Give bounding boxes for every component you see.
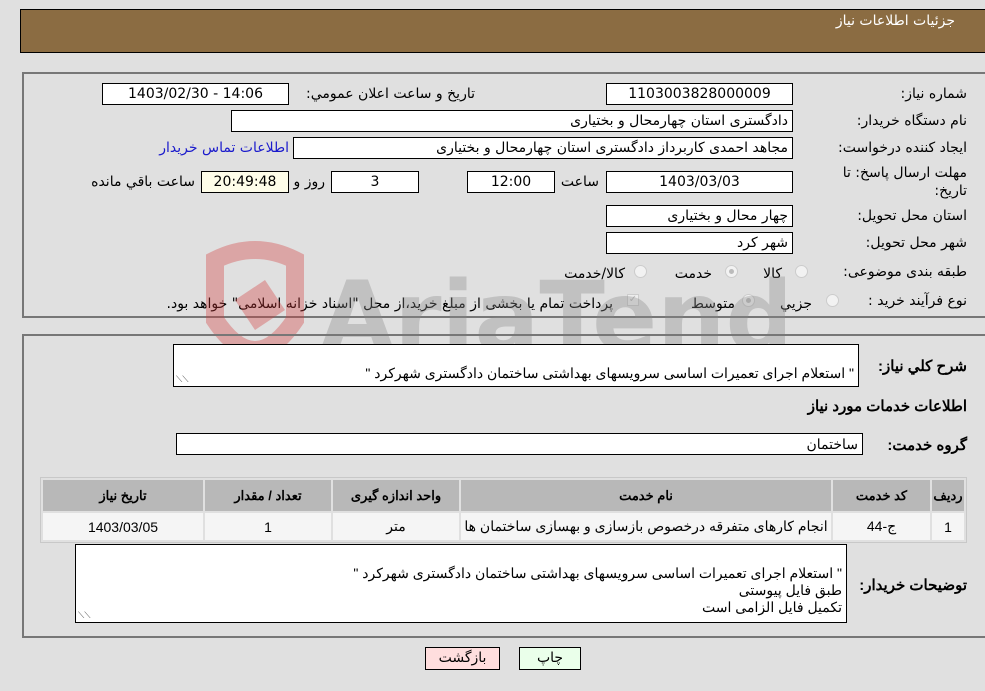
- announce-datetime-label: تاریخ و ساعت اعلان عمومي:: [306, 86, 475, 102]
- category-option-goods-service: کالا/خدمت: [564, 266, 625, 282]
- column-header-service-name: نام خدمت: [461, 480, 831, 511]
- buyer-notes-label: توضیحات خریدار:: [859, 577, 967, 594]
- delivery-province-field: چهار محال و بختیاری: [606, 205, 793, 227]
- purchase-type-radio-minor[interactable]: [826, 294, 839, 307]
- category-radio-service[interactable]: [725, 265, 738, 278]
- cell-unit: متر: [333, 513, 459, 540]
- requester-field: مجاهد احمدی کاربرداز دادگستری استان چهار…: [293, 137, 793, 159]
- delivery-city-field: شهر کرد: [606, 232, 793, 254]
- page-title: جزئیات اطلاعات نیاز: [835, 13, 955, 29]
- category-option-goods: کالا: [763, 266, 782, 282]
- description-text: " استعلام اجرای تعمیرات اساسی سرویسهای ب…: [365, 365, 854, 381]
- purchase-type-radio-medium[interactable]: [742, 294, 755, 307]
- buyer-notes-text: " استعلام اجرای تعمیرات اساسی سرویسهای ب…: [353, 565, 842, 615]
- buyer-contact-link[interactable]: اطلاعات تماس خریدار: [159, 140, 289, 156]
- requester-label: ایجاد کننده درخواست:: [838, 140, 967, 156]
- column-header-need-date: تاریخ نیاز: [43, 480, 203, 511]
- purchase-type-label: نوع فرآیند خرید :: [868, 293, 967, 309]
- deadline-label: مهلت ارسال پاسخ: تا تاریخ:: [842, 165, 967, 199]
- announce-datetime-field: 1403/02/30 - 14:06: [102, 83, 289, 105]
- services-section-title: اطلاعات خدمات مورد نیاز: [807, 398, 967, 415]
- column-header-unit: واحد اندازه گیری: [333, 480, 459, 511]
- deadline-time-label: ساعت: [560, 174, 599, 190]
- need-number-label: شماره نیاز:: [900, 86, 968, 102]
- buyer-org-label: نام دستگاه خریدار:: [856, 113, 967, 129]
- treasury-checkbox[interactable]: ✓: [627, 294, 639, 306]
- cell-service-name: انجام کارهای متفرقه درخصوص بازسازی و بهس…: [461, 513, 831, 540]
- cell-quantity: 1: [205, 513, 331, 540]
- remaining-time-field: 20:49:48: [201, 171, 289, 193]
- buyer-notes-textarea[interactable]: " استعلام اجرای تعمیرات اساسی سرویسهای ب…: [75, 544, 847, 623]
- treasury-note: پرداخت تمام یا بخشی از مبلغ خرید،از محل …: [166, 296, 613, 312]
- remaining-time-label: ساعت باقي مانده: [91, 174, 195, 190]
- purchase-type-option-minor: جزيي: [780, 296, 812, 312]
- buyer-org-field: دادگستری استان چهارمحال و بختیاری: [231, 110, 793, 132]
- description-textarea[interactable]: " استعلام اجرای تعمیرات اساسی سرویسهای ب…: [173, 344, 859, 387]
- category-radio-goods-service[interactable]: [634, 265, 647, 278]
- delivery-city-label: شهر محل تحویل:: [865, 235, 967, 251]
- cell-row-number: 1: [932, 513, 964, 540]
- category-option-service: خدمت: [674, 266, 712, 282]
- deadline-date-field: 1403/03/03: [606, 171, 793, 193]
- print-button[interactable]: چاپ: [519, 647, 581, 670]
- purchase-type-option-medium: متوسط: [691, 296, 735, 312]
- resize-grip-icon[interactable]: ⟋⟋: [176, 375, 189, 384]
- cell-service-code: ج-44: [833, 513, 930, 540]
- table-header-row: ردیف کد خدمت نام خدمت واحد اندازه گیری ت…: [43, 480, 964, 511]
- service-group-field: ساختمان: [176, 433, 863, 455]
- description-label: شرح کلي نیاز:: [878, 358, 967, 375]
- deadline-days-label: روز و: [293, 174, 326, 190]
- delivery-province-label: استان محل تحویل:: [857, 208, 967, 224]
- resize-grip-icon[interactable]: ⟋⟋: [78, 611, 91, 620]
- cell-need-date: 1403/03/05: [43, 513, 203, 540]
- column-header-row-number: ردیف: [932, 480, 964, 511]
- category-label: طبقه بندی موضوعی:: [843, 264, 967, 280]
- service-group-label: گروه خدمت:: [887, 437, 967, 454]
- column-header-service-code: کد خدمت: [833, 480, 930, 511]
- table-row: 1 ج-44 انجام کارهای متفرقه درخصوص بازساز…: [43, 513, 964, 540]
- column-header-quantity: تعداد / مقدار: [205, 480, 331, 511]
- category-radio-goods[interactable]: [795, 265, 808, 278]
- services-table: ردیف کد خدمت نام خدمت واحد اندازه گیری ت…: [40, 477, 967, 543]
- deadline-time-field: 12:00: [467, 171, 555, 193]
- deadline-days-field: 3: [331, 171, 419, 193]
- back-button[interactable]: بازگشت: [425, 647, 500, 670]
- need-number-field: 1103003828000009: [606, 83, 793, 105]
